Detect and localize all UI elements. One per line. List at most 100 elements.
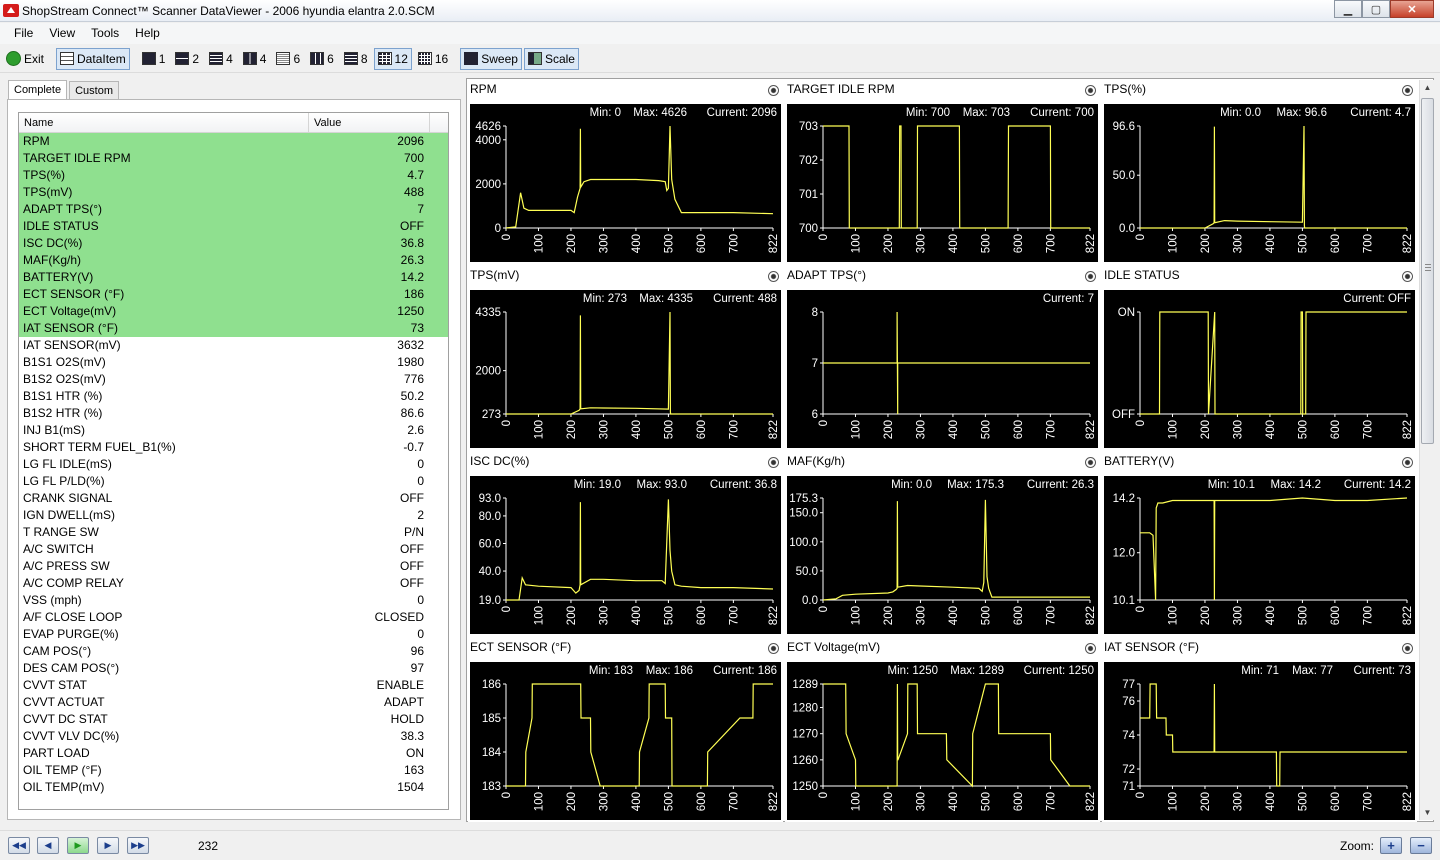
table-row[interactable]: ECT SENSOR (°F) 186	[19, 286, 448, 303]
chart-panel[interactable]: TARGET IDLE RPM Current: 700 Max: 703 Min: …	[785, 80, 1100, 264]
chart-panel[interactable]: ECT Voltage(mV) Current: 1250 Max: 1289 Min…	[785, 638, 1100, 822]
table-row[interactable]: T RANGE SW P/N	[19, 524, 448, 541]
table-row[interactable]: TPS(mV) 488	[19, 184, 448, 201]
layout-6-grid-button[interactable]: 6	[306, 48, 338, 70]
dataitem-button[interactable]: DataItem	[56, 47, 130, 70]
row-name: B1S1 O2S(mV)	[23, 355, 106, 369]
chart-panel[interactable]: RPM Current: 2096 Max: 4626 Min: 0 4626 4000 2…	[468, 80, 783, 264]
table-row[interactable]: IAT SENSOR (°F) 73	[19, 320, 448, 337]
chart-panel[interactable]: BATTERY(V) Current: 14.2 Max: 14.2 Min: 10.…	[1102, 452, 1417, 636]
column-header-name[interactable]: Name	[19, 113, 309, 132]
menu-file[interactable]: File	[6, 23, 41, 44]
table-row[interactable]: OIL TEMP(mV) 1504	[19, 779, 448, 796]
table-row[interactable]: ECT Voltage(mV) 1250	[19, 303, 448, 320]
next-frame-button[interactable]: ▶	[97, 837, 119, 854]
exit-button[interactable]: Exit	[2, 48, 48, 70]
close-button[interactable]: ✕	[1390, 0, 1434, 18]
table-row[interactable]: A/F CLOSE LOOP CLOSED	[19, 609, 448, 626]
table-row[interactable]: ISC DC(%) 36.8	[19, 235, 448, 252]
chart-panel[interactable]: ADAPT TPS(°) Current: 7 8 7 6 0 100 200 300 400 50…	[785, 266, 1100, 450]
chart-select-icon[interactable]	[1402, 643, 1413, 654]
chart-select-icon[interactable]	[768, 643, 779, 654]
table-row[interactable]: LG FL P/LD(%) 0	[19, 473, 448, 490]
tab-complete[interactable]: Complete	[8, 80, 68, 100]
chart-select-icon[interactable]	[1402, 85, 1413, 96]
scale-button[interactable]: Scale	[523, 47, 579, 70]
maximize-button[interactable]: ▢	[1362, 0, 1390, 18]
table-row[interactable]: IDLE STATUS OFF	[19, 218, 448, 235]
table-row[interactable]: A/C COMP RELAY OFF	[19, 575, 448, 592]
table-row[interactable]: B1S1 O2S(mV) 1980	[19, 354, 448, 371]
chart-select-icon[interactable]	[768, 271, 779, 282]
table-row[interactable]: LG FL IDLE(mS) 0	[19, 456, 448, 473]
layout-4-rows-button[interactable]: 4	[205, 48, 237, 70]
chart-select-icon[interactable]	[1402, 457, 1413, 468]
chart-panel[interactable]: IDLE STATUS Current: OFF ON OFF 0 100 200 300 40…	[1102, 266, 1417, 450]
chart-select-icon[interactable]	[1085, 643, 1096, 654]
first-frame-button[interactable]: ◀◀	[8, 837, 30, 854]
layout-16-button[interactable]: 16	[414, 48, 452, 70]
table-row[interactable]: B1S2 O2S(mV) 776	[19, 371, 448, 388]
last-frame-button[interactable]: ▶▶	[127, 837, 149, 854]
table-row[interactable]: TARGET IDLE RPM 700	[19, 150, 448, 167]
table-row[interactable]: CVVT DC STAT HOLD	[19, 711, 448, 728]
table-row[interactable]: OIL TEMP (°F) 163	[19, 762, 448, 779]
sweep-button[interactable]: Sweep	[460, 47, 522, 70]
table-row[interactable]: A/C SWITCH OFF	[19, 541, 448, 558]
table-row[interactable]: CAM POS(°) 96	[19, 643, 448, 660]
chart-panel[interactable]: MAF(Kg/h) Current: 26.3 Max: 175.3 Min: 0.0…	[785, 452, 1100, 636]
table-row[interactable]: DES CAM POS(°) 97	[19, 660, 448, 677]
table-row[interactable]: CRANK SIGNAL OFF	[19, 490, 448, 507]
chart-panel[interactable]: TPS(%) Current: 4.7 Max: 96.6 Min: 0.0 96.6 5…	[1102, 80, 1417, 264]
layout-8-button[interactable]: 8	[340, 48, 372, 70]
table-row[interactable]: TPS(%) 4.7	[19, 167, 448, 184]
table-row[interactable]: RPM 2096	[19, 133, 448, 150]
chart-panel[interactable]: ISC DC(%) Current: 36.8 Max: 93.0 Min: 19.0…	[468, 452, 783, 636]
chart-panel[interactable]: ECT SENSOR (°F) Current: 186 Max: 186 Min: …	[468, 638, 783, 822]
menu-help[interactable]: Help	[127, 23, 168, 44]
table-row[interactable]: B1S2 HTR (%) 86.6	[19, 405, 448, 422]
zoom-out-button[interactable]: −	[1410, 837, 1432, 854]
zoom-in-button[interactable]: +	[1380, 837, 1402, 854]
scroll-up-icon[interactable]: ▲	[1420, 80, 1435, 95]
row-value: 776	[403, 372, 424, 386]
table-row[interactable]: EVAP PURGE(%) 0	[19, 626, 448, 643]
layout-12-button[interactable]: 12	[373, 47, 412, 70]
table-row[interactable]: IGN DWELL(mS) 2	[19, 507, 448, 524]
chart-select-icon[interactable]	[768, 85, 779, 96]
scroll-thumb[interactable]	[1421, 98, 1434, 444]
menu-view[interactable]: View	[41, 23, 83, 44]
table-row[interactable]: CVVT ACTUAT ADAPT	[19, 694, 448, 711]
minimize-button[interactable]: ▁	[1334, 0, 1362, 18]
table-row[interactable]: MAF(Kg/h) 26.3	[19, 252, 448, 269]
table-row[interactable]: INJ B1(mS) 2.6	[19, 422, 448, 439]
prev-frame-button[interactable]: ◀	[37, 837, 59, 854]
chart-select-icon[interactable]	[1085, 271, 1096, 282]
table-row[interactable]: CVVT STAT ENABLE	[19, 677, 448, 694]
chart-select-icon[interactable]	[768, 457, 779, 468]
layout-4-grid-button[interactable]: 4	[239, 48, 271, 70]
table-row[interactable]: CVVT VLV DC(%) 38.3	[19, 728, 448, 745]
layout-2-button[interactable]: 2	[171, 48, 203, 70]
column-header-value[interactable]: Value	[309, 113, 430, 132]
layout-6-rows-button[interactable]: 6	[272, 48, 304, 70]
table-row[interactable]: BATTERY(V) 14.2	[19, 269, 448, 286]
table-row[interactable]: PART LOAD ON	[19, 745, 448, 762]
chart-select-icon[interactable]	[1085, 85, 1096, 96]
menu-tools[interactable]: Tools	[83, 23, 127, 44]
tab-custom[interactable]: Custom	[69, 81, 119, 100]
table-row[interactable]: SHORT TERM FUEL_B1(%) -0.7	[19, 439, 448, 456]
table-row[interactable]: B1S1 HTR (%) 50.2	[19, 388, 448, 405]
layout-1-button[interactable]: 1	[138, 48, 170, 70]
chart-panel[interactable]: TPS(mV) Current: 488 Max: 4335 Min: 273 4335…	[468, 266, 783, 450]
charts-scrollbar[interactable]: ▲ ▼	[1419, 80, 1434, 820]
table-row[interactable]: IAT SENSOR(mV) 3632	[19, 337, 448, 354]
play-button[interactable]: ▶	[67, 837, 89, 854]
scroll-down-icon[interactable]: ▼	[1420, 805, 1435, 820]
chart-select-icon[interactable]	[1402, 271, 1413, 282]
table-row[interactable]: ADAPT TPS(°) 7	[19, 201, 448, 218]
table-row[interactable]: A/C PRESS SW OFF	[19, 558, 448, 575]
table-row[interactable]: VSS (mph) 0	[19, 592, 448, 609]
chart-select-icon[interactable]	[1085, 457, 1096, 468]
chart-panel[interactable]: IAT SENSOR (°F) Current: 73 Max: 77 Min: 71…	[1102, 638, 1417, 822]
